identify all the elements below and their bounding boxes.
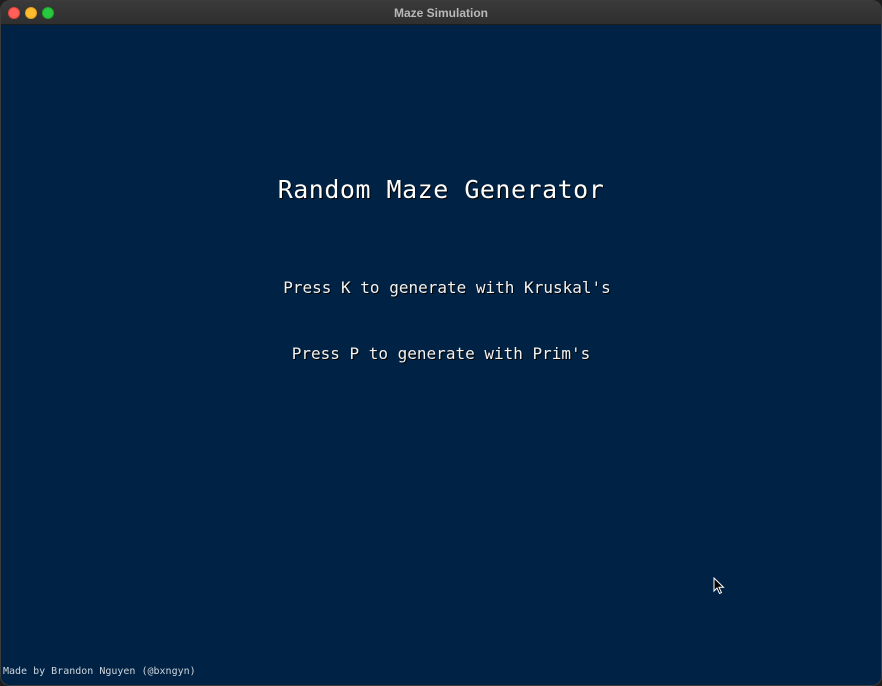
- prim-instruction: Press P to generate with Prim's: [291, 344, 591, 363]
- author-credit: Made by Brandon Nguyen (@bxngyn): [3, 666, 196, 677]
- app-window: Maze Simulation Random Maze Generator Pr…: [0, 0, 882, 686]
- game-canvas[interactable]: Random Maze Generator Press K to generat…: [1, 25, 881, 685]
- kruskal-instruction: Press K to generate with Kruskal's: [283, 278, 611, 297]
- page-title: Random Maze Generator: [277, 175, 605, 204]
- title-bar[interactable]: Maze Simulation: [1, 1, 881, 25]
- window-title: Maze Simulation: [393, 6, 488, 20]
- mouse-pointer-icon: [713, 577, 725, 595]
